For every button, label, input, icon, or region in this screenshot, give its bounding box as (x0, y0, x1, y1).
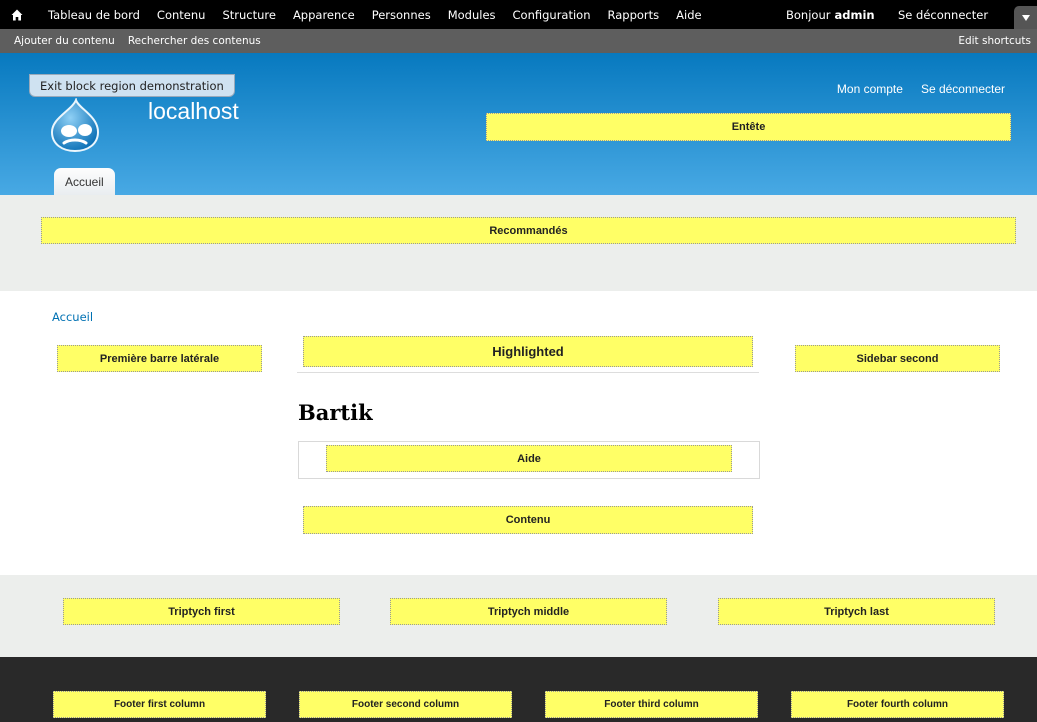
toolbar-item-help[interactable]: Aide (676, 8, 701, 22)
shortcut-bar: Ajouter du contenu Rechercher des conten… (0, 29, 1037, 53)
breadcrumb[interactable]: Accueil (52, 310, 93, 324)
toolbar-item-reports[interactable]: Rapports (608, 8, 660, 22)
region-footer-second: Footer second column (299, 691, 512, 718)
site-name[interactable]: localhost (148, 98, 239, 125)
region-triptych-middle: Triptych middle (390, 598, 667, 625)
region-header: Entête (486, 113, 1011, 141)
region-sidebar-second: Sidebar second (795, 345, 1000, 372)
tab-home[interactable]: Accueil (54, 168, 115, 195)
toolbar-item-dashboard[interactable]: Tableau de bord (48, 8, 140, 22)
region-footer-fourth: Footer fourth column (791, 691, 1004, 718)
toolbar-menu: Tableau de bord Contenu Structure Appare… (48, 0, 719, 29)
my-account-link[interactable]: Mon compte (837, 82, 903, 96)
page-title: Bartik (298, 400, 373, 425)
drupal-logo-icon[interactable] (48, 98, 102, 152)
shortcut-find-content[interactable]: Rechercher des contenus (128, 35, 261, 47)
exit-block-demo-link[interactable]: Exit block region demonstration (29, 74, 235, 97)
shortcut-add-content[interactable]: Ajouter du contenu (14, 35, 115, 47)
shortcut-toggle-button[interactable] (1014, 6, 1037, 29)
highlighted-divider (297, 372, 759, 373)
region-content: Contenu (303, 506, 753, 534)
toolbar-logout-link[interactable]: Se déconnecter (898, 0, 988, 29)
toolbar-item-people[interactable]: Personnes (372, 8, 431, 22)
region-highlighted: Highlighted (303, 336, 753, 367)
secondary-menu: Mon compte Se déconnecter (837, 82, 1005, 96)
edit-shortcuts-link[interactable]: Edit shortcuts (958, 29, 1031, 53)
chevron-down-icon (1021, 14, 1030, 21)
user-greeting: Bonjour admin (786, 0, 875, 29)
region-footer-third: Footer third column (545, 691, 758, 718)
region-featured: Recommandés (41, 217, 1016, 244)
region-triptych-last: Triptych last (718, 598, 995, 625)
username-link[interactable]: admin (834, 8, 874, 22)
toolbar-item-modules[interactable]: Modules (448, 8, 496, 22)
admin-toolbar: Tableau de bord Contenu Structure Appare… (0, 0, 1037, 29)
greeting-text: Bonjour (786, 7, 831, 22)
region-help: Aide (326, 445, 732, 472)
toolbar-item-structure[interactable]: Structure (222, 8, 276, 22)
toolbar-item-content[interactable]: Contenu (157, 8, 206, 22)
region-footer-first: Footer first column (53, 691, 266, 718)
home-icon[interactable] (6, 0, 28, 29)
toolbar-item-configuration[interactable]: Configuration (513, 8, 591, 22)
region-triptych-first: Triptych first (63, 598, 340, 625)
toolbar-item-appearance[interactable]: Apparence (293, 8, 355, 22)
header-logout-link[interactable]: Se déconnecter (921, 82, 1005, 96)
region-sidebar-first: Première barre latérale (57, 345, 262, 372)
